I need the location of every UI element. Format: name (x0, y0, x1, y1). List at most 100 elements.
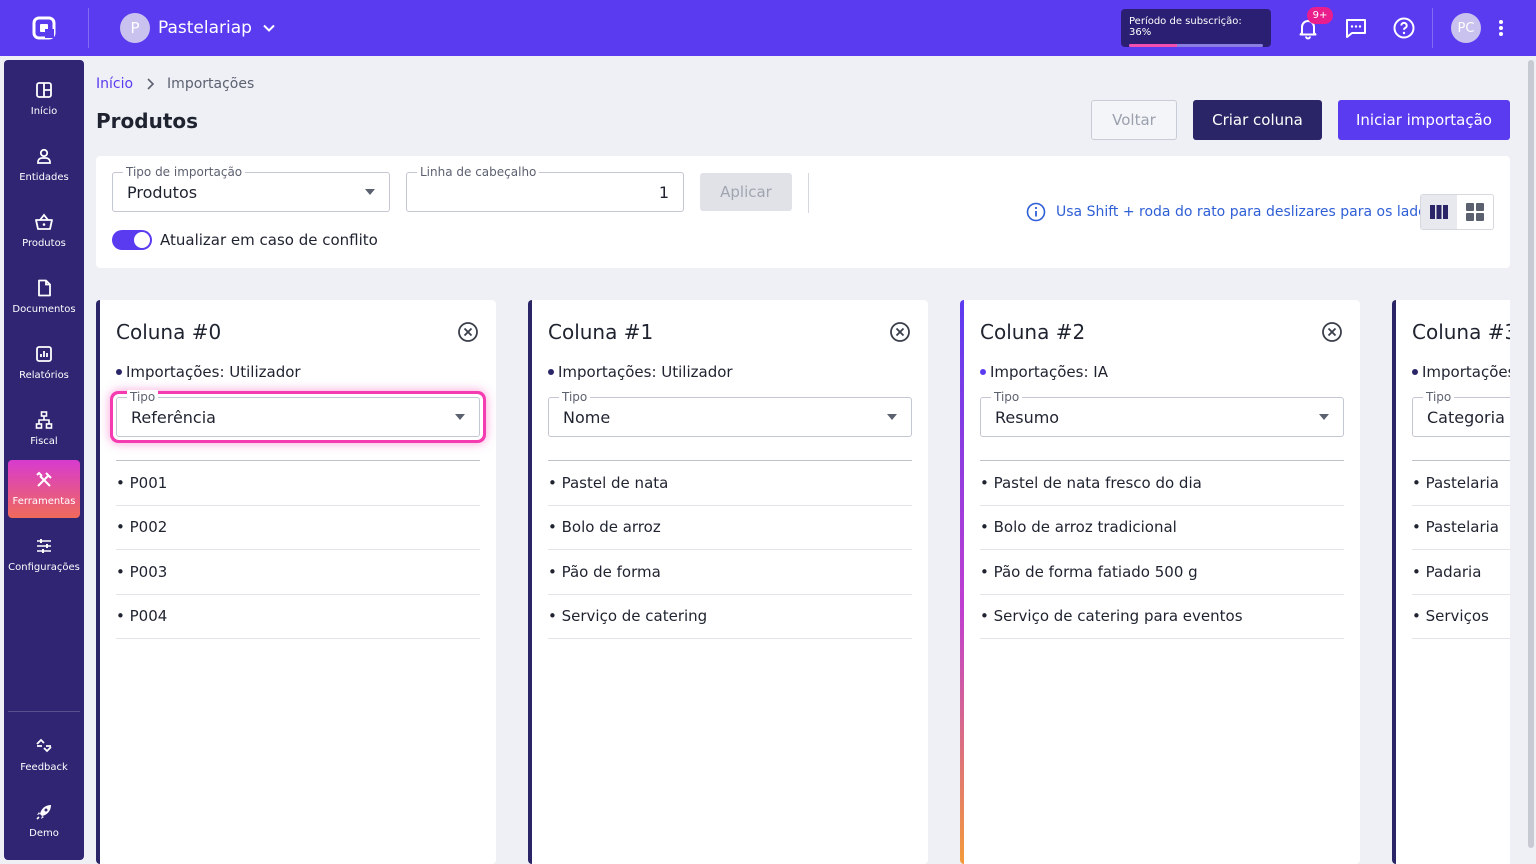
column-rows: • Pastel de nata fresco do dia • Bolo de… (980, 461, 1344, 639)
create-column-button[interactable]: Criar coluna (1193, 100, 1322, 140)
conflict-toggle[interactable] (112, 230, 152, 250)
list-item: • Pastel de nata (548, 461, 912, 506)
sidebar-item-label: Documentos (12, 304, 76, 315)
more-vertical-icon[interactable] (1494, 16, 1508, 40)
column-type-label: Tipo (127, 390, 159, 404)
import-type-select[interactable]: Tipo de importação Produtos (112, 165, 390, 212)
list-item: • Padaria (1412, 550, 1510, 595)
header-line-value: 1 (658, 183, 669, 202)
column-type-select[interactable]: Tipo Nome (548, 390, 912, 437)
column-card: Coluna #2 Importações: IA Tipo Resumo • … (960, 300, 1360, 864)
grid-view-icon (1466, 203, 1484, 221)
breadcrumb-home-link[interactable]: Início (96, 76, 133, 92)
sidebar-item-label: Fiscal (30, 436, 58, 447)
hierarchy-icon (35, 411, 53, 429)
breadcrumb-current: Importações (167, 76, 255, 92)
chevron-down-icon (263, 24, 275, 32)
sidebar-item-label: Ferramentas (12, 496, 76, 507)
columns-view-icon (1430, 205, 1448, 219)
column-source-text: Importações: Utilizador (126, 363, 301, 381)
list-item: • P004 (116, 595, 480, 639)
column-type-label: Tipo (1423, 390, 1455, 404)
company-switcher[interactable]: P Pastelariap (120, 13, 276, 43)
sidebar-item-ferramentas[interactable]: Ferramentas (8, 460, 80, 518)
subscription-label: Período de subscrição: 36% (1129, 16, 1242, 38)
column-title: Coluna #0 (116, 320, 222, 344)
apply-button[interactable]: Aplicar (700, 173, 792, 211)
back-button[interactable]: Voltar (1091, 100, 1177, 140)
close-circle-icon[interactable] (457, 321, 479, 343)
columns-scroller[interactable]: Coluna #0 Importações: Utilizador Tipo R… (96, 300, 1510, 864)
column-source: Importações: Utilizador (548, 363, 733, 381)
caret-down-icon (455, 414, 465, 420)
close-circle-icon[interactable] (1321, 321, 1343, 343)
list-item: • Serviço de catering para eventos (980, 595, 1344, 639)
sidebar-item-demo[interactable]: Demo (8, 792, 80, 850)
toggle-knob (134, 232, 150, 248)
column-source: Importações: Utilizador (116, 363, 301, 381)
list-item: • Pão de forma fatiado 500 g (980, 550, 1344, 595)
sidebar-item-relatorios[interactable]: Relatórios (8, 334, 80, 392)
list-item: • Serviço de catering (548, 595, 912, 639)
page-title: Produtos (96, 109, 199, 133)
column-type-select[interactable]: Tipo Referência (116, 390, 480, 437)
page-scrollbar[interactable] (1526, 56, 1536, 864)
import-settings-panel: Tipo de importação Produtos Linha de cab… (96, 156, 1510, 268)
caret-down-icon (1319, 414, 1329, 420)
list-item: • P003 (116, 550, 480, 595)
user-avatar[interactable]: PC (1451, 13, 1481, 43)
header-line-input[interactable]: Linha de cabeçalho 1 (406, 165, 684, 212)
sidebar-item-documentos[interactable]: Documentos (8, 268, 80, 326)
sidebar-divider (8, 711, 80, 712)
columns-view-button[interactable] (1421, 195, 1457, 229)
sidebar-item-fiscal[interactable]: Fiscal (8, 400, 80, 458)
subscription-progress-fill (1129, 44, 1178, 47)
column-accent (96, 300, 100, 864)
help-icon[interactable] (1392, 16, 1416, 40)
sidebar-item-entidades[interactable]: Entidades (8, 136, 80, 194)
sidebar-item-label: Produtos (22, 238, 66, 249)
view-mode-toggle (1420, 194, 1494, 230)
sidebar-item-label: Relatórios (19, 370, 69, 381)
column-type-label: Tipo (991, 390, 1023, 404)
sidebar-item-label: Entidades (19, 172, 69, 183)
column-card: Coluna #0 Importações: Utilizador Tipo R… (96, 300, 496, 864)
sliders-icon (37, 539, 51, 553)
column-source: Importações: Utilizador (1412, 363, 1510, 381)
sidebar-item-inicio[interactable]: Início (8, 70, 80, 128)
settings-divider (808, 173, 809, 213)
list-item: • P001 (116, 461, 480, 506)
list-item: • Bolo de arroz tradicional (980, 506, 1344, 550)
conflict-toggle-label: Atualizar em caso de conflito (160, 231, 378, 249)
sidebar: Início Entidades Produtos Documentos Rel… (4, 60, 84, 860)
column-type-select[interactable]: Tipo Resumo (980, 390, 1344, 437)
source-dot (548, 369, 554, 375)
start-import-button[interactable]: Iniciar importação (1338, 100, 1510, 140)
column-rows: • P001 • P002 • P003 • P004 (116, 461, 480, 639)
close-circle-icon[interactable] (889, 321, 911, 343)
column-type-value: Nome (563, 408, 611, 427)
column-title: Coluna #1 (548, 320, 654, 344)
subscription-status[interactable]: Período de subscrição: 36% (1121, 9, 1271, 47)
sidebar-item-configuracoes[interactable]: Configurações (8, 526, 80, 584)
notification-badge: 9+ (1307, 7, 1333, 24)
list-item: • Bolo de arroz (548, 506, 912, 550)
chat-icon[interactable] (1344, 16, 1368, 40)
grid-view-button[interactable] (1457, 195, 1493, 229)
app-logo-icon[interactable] (32, 16, 56, 40)
chart-icon (36, 346, 52, 362)
company-avatar: P (120, 13, 150, 43)
sidebar-item-produtos[interactable]: Produtos (8, 202, 80, 260)
source-dot (116, 369, 122, 375)
column-type-select[interactable]: Tipo Categoria (1412, 390, 1510, 437)
source-dot (980, 369, 986, 375)
sidebar-item-feedback[interactable]: Feedback (8, 726, 80, 784)
scrollbar-thumb[interactable] (1528, 60, 1534, 848)
import-type-value: Produtos (127, 183, 198, 202)
column-source-text: Importações: IA (990, 363, 1108, 381)
topbar-divider (1432, 8, 1433, 48)
column-type-value: Categoria (1427, 408, 1505, 427)
column-title: Coluna #2 (980, 320, 1086, 344)
basket-icon (35, 213, 53, 230)
rocket-icon (36, 805, 51, 820)
